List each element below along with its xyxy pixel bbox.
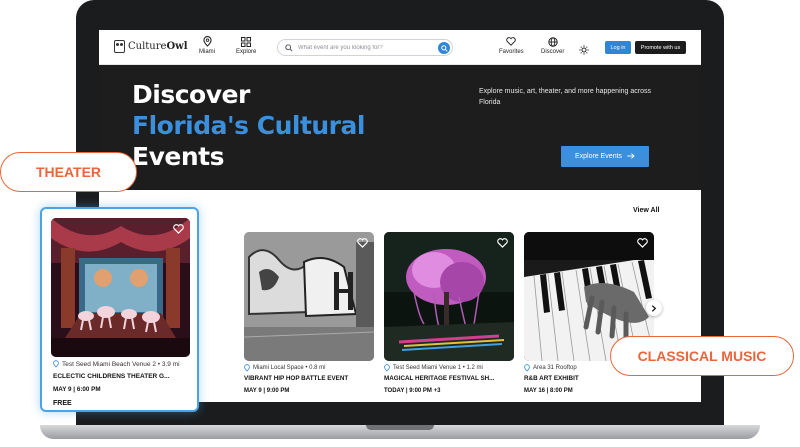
favorite-heart-icon[interactable] — [637, 238, 648, 248]
hero-title-line3: Events — [132, 142, 224, 171]
category-tag-classical-music: CLASSICAL MUSIC — [610, 336, 794, 376]
event-image — [244, 232, 374, 361]
arrow-right-icon — [627, 152, 635, 161]
favorite-heart-icon[interactable] — [357, 238, 368, 248]
login-button[interactable]: Log in — [605, 41, 631, 54]
event-date: MAY 9 | 6:00 PM — [53, 386, 101, 393]
globe-icon — [547, 36, 558, 47]
explore-nav[interactable]: Explore — [236, 36, 256, 55]
chevron-right-icon — [651, 304, 657, 312]
location-pin-icon — [244, 364, 250, 372]
explore-label: Explore — [236, 49, 257, 55]
favorites-nav[interactable]: Favorites — [499, 36, 524, 55]
search-bar — [277, 39, 453, 56]
discover-label: Discover — [541, 49, 565, 55]
location-pin-icon — [53, 360, 59, 368]
location-selector[interactable]: Miami — [199, 36, 215, 55]
event-venue: Miami Local Space • 0.8 mi — [244, 364, 374, 372]
favorite-heart-icon[interactable] — [173, 224, 184, 234]
location-label: Miami — [199, 49, 215, 55]
search-submit-icon — [440, 44, 448, 52]
event-date: MAY 9 | 9:00 PM — [244, 388, 290, 394]
discover-nav[interactable]: Discover — [541, 36, 564, 55]
event-title: ECLECTIC CHILDRENS THEATER G... — [53, 373, 170, 380]
event-card[interactable]: Miami Local Space • 0.8 mi VIBRANT HIP H… — [244, 232, 374, 394]
grid-icon — [241, 36, 252, 47]
carousel-next-button[interactable] — [646, 300, 662, 316]
brand-name: CultureOwl — [128, 41, 188, 52]
view-all-link[interactable]: View All — [633, 207, 659, 214]
explore-events-label: Explore Events — [574, 153, 623, 160]
search-input[interactable] — [298, 44, 438, 51]
owl-logo-icon — [114, 40, 125, 53]
location-pin-icon — [384, 364, 390, 372]
hero-subtitle: Explore music, art, theater, and more ha… — [479, 88, 651, 106]
event-price: FREE — [53, 400, 72, 407]
promote-button[interactable]: Promote with us — [635, 41, 686, 54]
favorite-heart-icon[interactable] — [497, 238, 508, 248]
category-tag-theater: THEATER — [0, 152, 137, 192]
event-venue: Test Seed Miami Venue 1 • 1.2 mi — [384, 364, 514, 372]
favorites-label: Favorites — [499, 49, 524, 55]
top-nav: CultureOwl Miami Explore What event are … — [99, 30, 701, 65]
search-submit-button[interactable] — [438, 42, 450, 54]
event-venue: Test Seed Miami Beach Venue 2 • 3.9 mi — [53, 360, 180, 368]
theme-toggle-sun-icon[interactable] — [579, 42, 589, 60]
event-image — [51, 218, 190, 357]
event-date: MAY 16 | 8:00 PM — [524, 388, 573, 394]
search-icon — [285, 39, 293, 57]
heart-icon — [506, 36, 517, 47]
location-pin-icon — [202, 36, 212, 47]
hero-title-line1: Discover — [132, 80, 250, 109]
event-card[interactable]: Test Seed Miami Venue 1 • 1.2 mi MAGICAL… — [384, 232, 514, 394]
event-title: R&B ART EXHIBIT — [524, 375, 579, 382]
explore-events-button[interactable]: Explore Events — [561, 146, 649, 167]
location-pin-icon — [524, 364, 530, 372]
laptop-notch — [366, 425, 434, 430]
event-title: MAGICAL HERITAGE FESTIVAL SH... — [384, 375, 495, 382]
event-image — [384, 232, 514, 361]
event-title: VIBRANT HIP HOP BATTLE EVENT — [244, 375, 349, 382]
hero-title-line2: Florida's Cultural — [132, 111, 365, 140]
event-date: TODAY | 9:00 PM +3 — [384, 388, 441, 394]
featured-event-card[interactable]: Test Seed Miami Beach Venue 2 • 3.9 mi E… — [40, 207, 199, 412]
brand-logo[interactable]: CultureOwl — [114, 40, 188, 53]
hero-banner: Discover Florida's Cultural Events Explo… — [99, 65, 701, 190]
